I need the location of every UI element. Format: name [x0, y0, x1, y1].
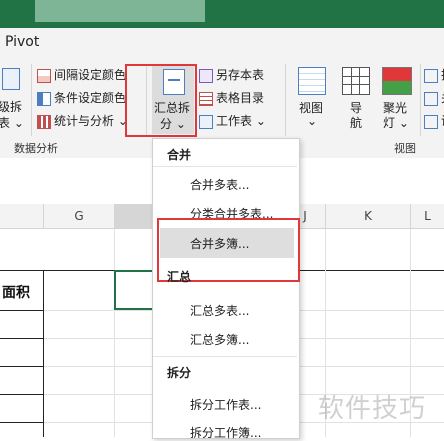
menu-separator — [153, 166, 297, 167]
navigation-button[interactable]: 导 航 — [338, 64, 374, 132]
group-label-view: 视图 — [394, 142, 416, 155]
worksheet-icon — [199, 114, 213, 129]
statistics-icon — [37, 114, 51, 129]
split-table-icon — [2, 68, 20, 90]
table-directory-icon — [199, 91, 213, 106]
multi-level-split-button[interactable]: 级拆 表 ⌄ — [0, 66, 28, 130]
table-row-line — [0, 422, 43, 423]
save-sheet-button[interactable]: 另存本表 — [199, 66, 264, 83]
grid-nav-icon — [342, 67, 370, 95]
partial-tool-3[interactable]: 设 — [424, 112, 444, 129]
multi-level-split-line1: 级拆 — [0, 100, 23, 114]
magnifier-view-icon — [298, 67, 326, 95]
menu-item-merge-multiple-sheets[interactable]: 合并多表... — [190, 176, 249, 193]
partial-tool-icon — [424, 68, 438, 83]
table-directory-label: 表格目录 — [216, 91, 265, 105]
spotlight-line2: 灯 ⌄ — [383, 116, 409, 130]
column-header-g[interactable]: G — [44, 204, 115, 229]
ribbon-tab-bar — [0, 28, 444, 58]
interval-color-label: 间隔设定颜色 — [54, 68, 127, 82]
spotlight-button[interactable]: 聚光 灯 ⌄ — [380, 64, 416, 132]
menu-item-split-worksheet[interactable]: 拆分工作表... — [190, 396, 261, 413]
interval-color-icon — [37, 68, 51, 83]
column-header-left-blank — [0, 204, 44, 229]
save-sheet-icon — [199, 68, 213, 83]
save-sheet-label: 另存本表 — [216, 68, 265, 82]
table-row-line — [0, 394, 43, 395]
statistics-analysis-button[interactable]: 统计与分析 ⌄ — [37, 112, 128, 129]
statistics-label: 统计与分析 ⌄ — [54, 114, 128, 128]
partial-tool-1[interactable]: 拍 — [424, 66, 444, 83]
menu-item-summarize-sheets[interactable]: 汇总多表... — [190, 302, 249, 319]
column-header-l[interactable]: L — [411, 204, 444, 229]
cell-area-header[interactable]: 面积 — [2, 282, 30, 302]
multi-level-split-line2: 表 ⌄ — [0, 116, 24, 130]
title-search-box[interactable] — [35, 0, 205, 22]
menu-item-summarize-workbooks[interactable]: 汇总多簿... — [190, 331, 249, 348]
worksheet-menu-button[interactable]: 工作表 ⌄ — [199, 112, 266, 129]
partial-tool-icon — [424, 91, 438, 106]
table-row-line — [0, 310, 43, 311]
menu-section-summary: 汇总 — [167, 270, 192, 284]
ribbon-separator — [31, 64, 32, 136]
menu-section-merge: 合并 — [167, 148, 192, 162]
selected-cell[interactable] — [114, 270, 154, 310]
watermark: 软件技巧 — [318, 394, 427, 424]
table-row-line — [0, 366, 43, 367]
col-line — [114, 229, 115, 437]
tab-pivot[interactable]: Pivot — [5, 34, 39, 50]
group-label-data-analysis: 数据分析 — [14, 142, 58, 155]
column-header-k[interactable]: K — [326, 204, 411, 229]
spotlight-icon — [382, 67, 412, 95]
view-button[interactable]: 视图 ⌄ — [294, 64, 330, 132]
worksheet-label: 工作表 ⌄ — [216, 114, 266, 128]
conditional-color-icon — [37, 91, 51, 106]
partial-tool-icon — [424, 114, 438, 129]
interval-color-button[interactable]: 间隔设定颜色 — [37, 66, 126, 83]
menu-item-split-workbook[interactable]: 拆分工作簿... — [190, 424, 261, 441]
table-row-line — [0, 338, 43, 339]
conditional-color-label: 条件设定颜色 — [54, 91, 127, 105]
conditional-color-button[interactable]: 条件设定颜色 — [37, 89, 126, 106]
menu-separator — [153, 356, 297, 357]
view-line2: ⌄ — [307, 114, 318, 128]
table-directory-button[interactable]: 表格目录 — [199, 89, 264, 106]
ribbon-separator — [285, 64, 286, 136]
navigation-line2: 航 — [350, 116, 363, 130]
highlight-box-button — [125, 64, 197, 137]
partial-tool-2[interactable]: 关 — [424, 89, 444, 106]
ribbon-separator — [420, 64, 421, 136]
menu-section-split: 拆分 — [167, 366, 192, 380]
